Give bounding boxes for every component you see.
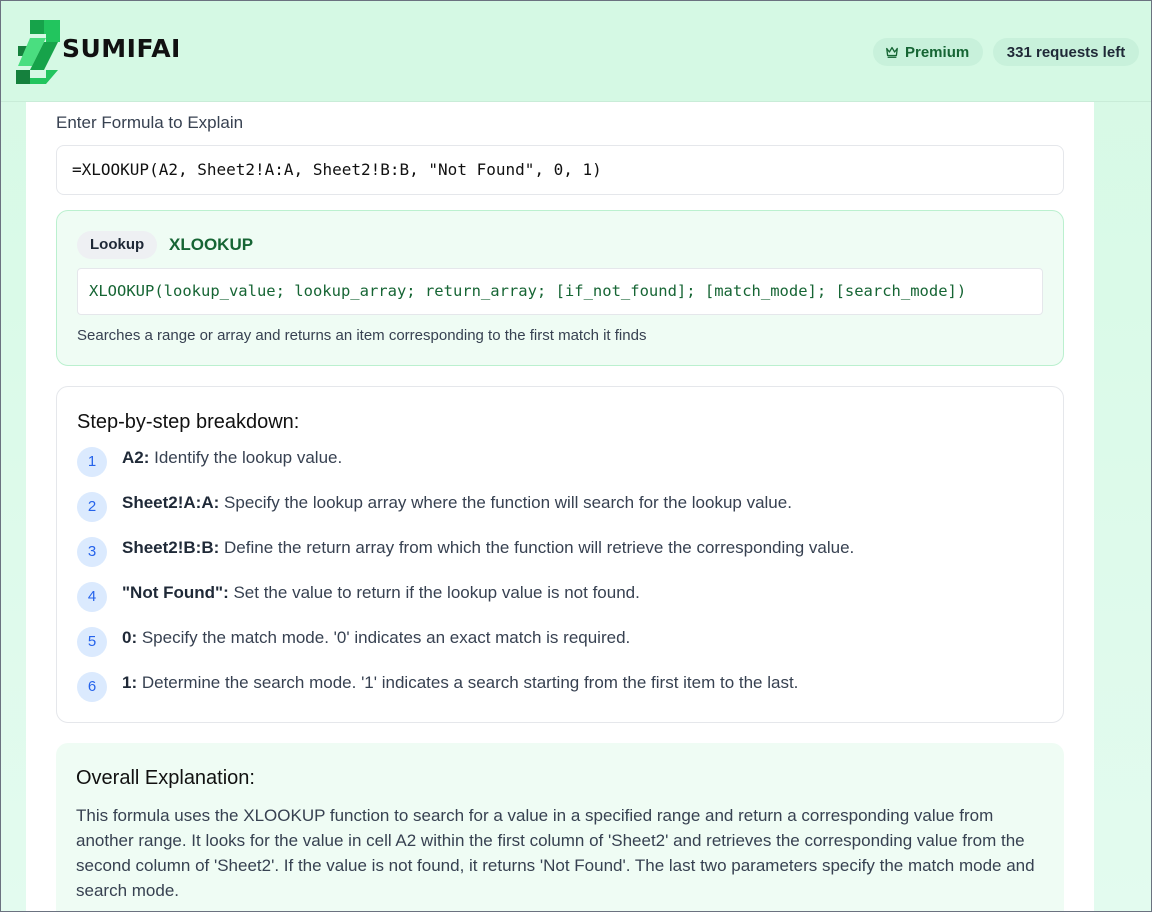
step-description: Identify the lookup value. (149, 448, 343, 467)
breakdown-step: 2 Sheet2!A:A: Specify the lookup array w… (77, 492, 792, 522)
step-number: 6 (77, 672, 107, 702)
step-description: Specify the match mode. '0' indicates an… (137, 628, 631, 647)
step-number: 2 (77, 492, 107, 522)
step-number: 3 (77, 537, 107, 567)
step-text: Sheet2!A:A: Specify the lookup array whe… (122, 492, 792, 513)
requests-left-badge: 331 requests left (993, 38, 1139, 66)
app-window: SUMIFAI Premium 331 requests left Enter … (0, 0, 1152, 912)
breakdown-step: 4 "Not Found": Set the value to return i… (77, 582, 640, 612)
step-number: 4 (77, 582, 107, 612)
premium-button[interactable]: Premium (873, 38, 983, 66)
brand-name: SUMIFAI (62, 34, 181, 63)
step-term: 1: (122, 673, 138, 692)
breakdown-step: 5 0: Specify the match mode. '0' indicat… (77, 627, 630, 657)
function-syntax: XLOOKUP(lookup_value; lookup_array; retu… (77, 268, 1043, 315)
logo[interactable] (16, 20, 60, 84)
function-category-badge: Lookup (77, 231, 158, 259)
crown-icon (886, 46, 898, 58)
breakdown-title: Step-by-step breakdown: (77, 411, 300, 433)
premium-label: Premium (905, 43, 970, 61)
step-description: Define the return array from which the f… (219, 538, 855, 557)
step-description: Specify the lookup array where the funct… (219, 493, 792, 512)
step-description: Determine the search mode. '1' indicates… (137, 673, 799, 692)
step-text: 0: Specify the match mode. '0' indicates… (122, 627, 630, 648)
step-text: "Not Found": Set the value to return if … (122, 582, 640, 603)
overall-explanation-card: Overall Explanation: This formula uses t… (56, 743, 1064, 911)
step-number: 1 (77, 447, 107, 477)
sumifai-logo-icon (16, 20, 60, 84)
step-number: 5 (77, 627, 107, 657)
overall-explanation-title: Overall Explanation: (76, 767, 255, 789)
formula-input-label: Enter Formula to Explain (56, 113, 244, 132)
step-text: 1: Determine the search mode. '1' indica… (122, 672, 798, 693)
top-header: SUMIFAI Premium 331 requests left (1, 1, 1151, 102)
breakdown-step: 1 A2: Identify the lookup value. (77, 447, 342, 477)
function-info-card: Lookup XLOOKUP XLOOKUP(lookup_value; loo… (56, 210, 1064, 366)
step-text: Sheet2!B:B: Define the return array from… (122, 537, 854, 558)
function-name: XLOOKUP (169, 235, 254, 254)
main-panel: Enter Formula to Explain =XLOOKUP(A2, Sh… (26, 102, 1094, 911)
step-term: Sheet2!A:A: (122, 493, 220, 512)
step-term: Sheet2!B:B: (122, 538, 220, 557)
step-term: 0: (122, 628, 138, 647)
function-description: Searches a range or array and returns an… (77, 327, 647, 344)
breakdown-step: 6 1: Determine the search mode. '1' indi… (77, 672, 798, 702)
step-description: Set the value to return if the lookup va… (228, 583, 640, 602)
step-text: A2: Identify the lookup value. (122, 447, 342, 468)
breakdown-card: Step-by-step breakdown: 1 A2: Identify t… (56, 386, 1064, 723)
breakdown-step: 3 Sheet2!B:B: Define the return array fr… (77, 537, 854, 567)
step-term: A2: (122, 448, 150, 467)
overall-explanation-text: This formula uses the XLOOKUP function t… (76, 806, 1035, 900)
step-term: "Not Found": (122, 583, 229, 602)
formula-input[interactable]: =XLOOKUP(A2, Sheet2!A:A, Sheet2!B:B, "No… (56, 145, 1064, 195)
